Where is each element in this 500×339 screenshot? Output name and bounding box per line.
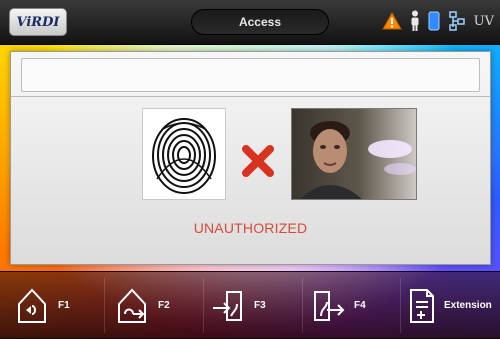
extension-button[interactable]: Extension bbox=[404, 272, 492, 339]
function-key-bar: F1 F2 F3 F4 Extension bbox=[0, 271, 500, 339]
door-enter-icon bbox=[14, 284, 50, 328]
f2-label: F2 bbox=[158, 300, 170, 311]
camera-snapshot bbox=[291, 108, 417, 200]
uv-label: UV bbox=[473, 13, 494, 29]
key-divider bbox=[400, 278, 401, 333]
document-add-icon bbox=[404, 284, 440, 328]
page-title: Access bbox=[191, 9, 329, 35]
card-icon bbox=[428, 11, 440, 31]
top-bar: ViRDI Access UV bbox=[0, 0, 500, 45]
panel-header-field bbox=[21, 58, 480, 92]
f4-button[interactable]: F4 bbox=[310, 272, 366, 339]
enter-arrow-icon bbox=[210, 284, 246, 328]
panel-divider bbox=[11, 96, 490, 97]
result-status: UNAUTHORIZED bbox=[193, 220, 308, 236]
f3-label: F3 bbox=[254, 300, 266, 311]
f2-button[interactable]: F2 bbox=[114, 272, 170, 339]
key-divider bbox=[104, 278, 105, 333]
f3-button[interactable]: F3 bbox=[210, 272, 266, 339]
door-exit-icon bbox=[114, 284, 150, 328]
network-icon bbox=[448, 11, 466, 31]
f1-button[interactable]: F1 bbox=[14, 272, 70, 339]
f4-label: F4 bbox=[354, 300, 366, 311]
fail-x-icon bbox=[241, 144, 275, 178]
status-icons: UV bbox=[381, 8, 494, 34]
fingerprint-image bbox=[142, 108, 226, 200]
key-divider bbox=[302, 278, 303, 333]
verification-panel: UNAUTHORIZED bbox=[10, 51, 491, 265]
brand-logo: ViRDI bbox=[9, 8, 67, 36]
person-icon bbox=[410, 10, 420, 32]
exit-arrow-icon bbox=[310, 284, 346, 328]
f1-label: F1 bbox=[58, 300, 70, 311]
key-divider bbox=[203, 278, 204, 333]
warning-icon bbox=[381, 12, 402, 30]
extension-label: Extension bbox=[444, 300, 492, 311]
